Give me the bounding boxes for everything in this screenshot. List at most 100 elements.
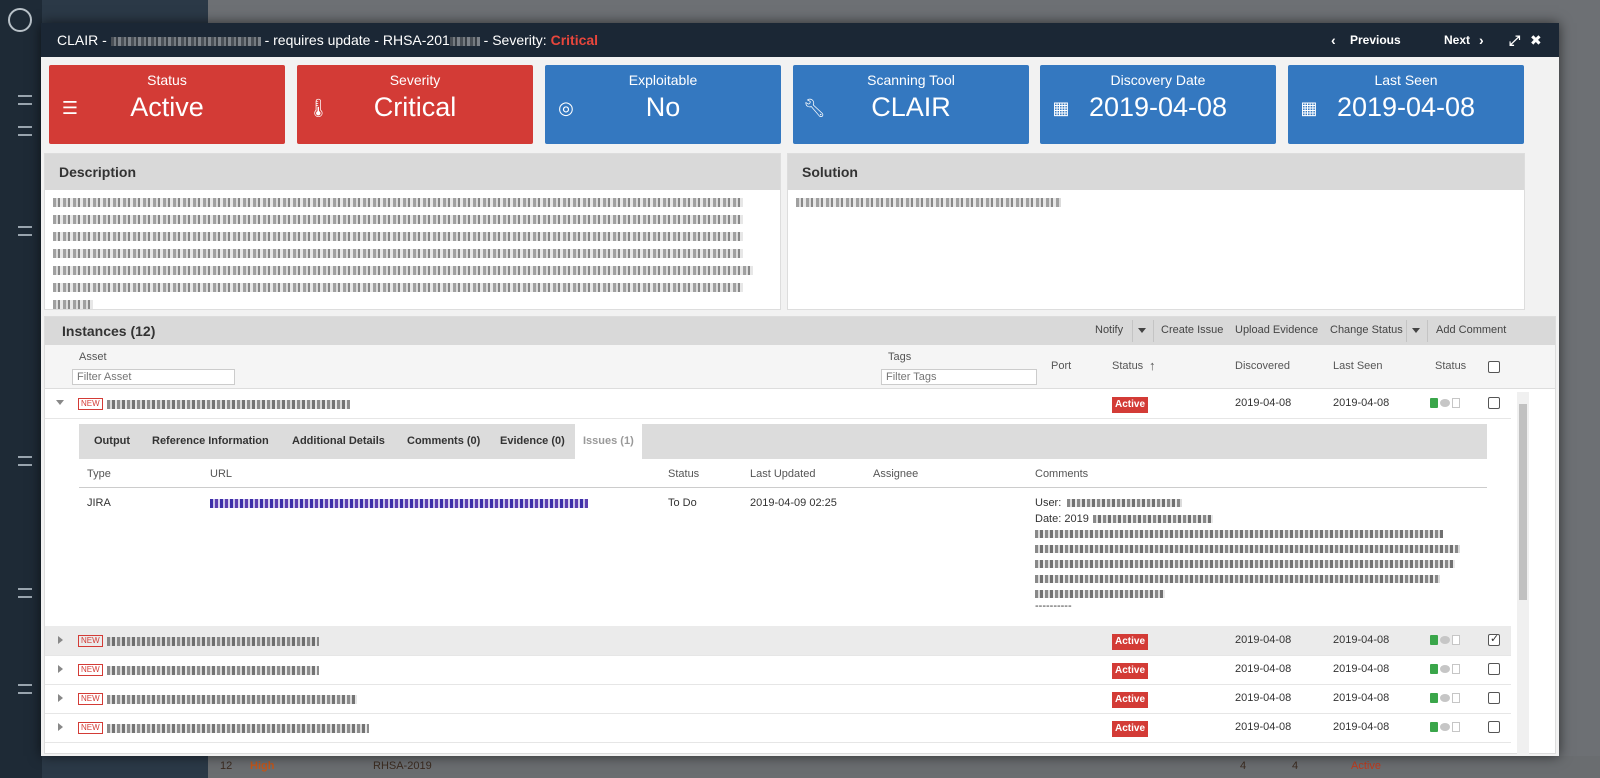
comment-icon (1440, 723, 1450, 731)
asset-name[interactable] (107, 637, 319, 646)
instances-title: Instances (12) (62, 323, 156, 339)
check-icon (1430, 398, 1438, 408)
expand-icon[interactable] (58, 665, 63, 673)
redacted-text (53, 300, 93, 309)
last-seen-date: 2019-04-08 (1333, 397, 1390, 409)
row-checkbox[interactable] (1488, 397, 1500, 409)
column-issue-status: Status (668, 468, 700, 480)
title-middle: - requires update - RHSA-201 (260, 32, 450, 48)
tile-label: Exploitable (628, 72, 698, 88)
tab-reference-information[interactable]: Reference Information (152, 435, 269, 447)
status-icons (1430, 398, 1462, 412)
solution-panel: Solution (787, 153, 1525, 310)
tile-exploitable: ◎ Exploitable No (545, 65, 781, 144)
row-checkbox[interactable] (1488, 663, 1500, 675)
divider (1427, 320, 1428, 342)
asset-name[interactable] (107, 400, 350, 409)
table-row[interactable]: NEW Active 2019-04-08 2019-04-08 (45, 626, 1511, 656)
row-checkbox[interactable] (1488, 632, 1500, 646)
tab-issues[interactable]: Issues (1) (575, 424, 642, 459)
tile-status: ☰ Status Active (49, 65, 285, 144)
table-row[interactable]: NEW Active 2019-04-08 2019-04-08 (45, 655, 1511, 685)
create-issue-button[interactable]: Create Issue (1161, 324, 1223, 336)
comment-separator: ---------- (1035, 600, 1072, 612)
document-icon (1452, 635, 1460, 645)
expand-icon[interactable] (58, 636, 63, 644)
bg-row-count-a: 4 (1240, 760, 1247, 772)
tile-value: No (645, 92, 681, 122)
change-status-button[interactable]: Change Status (1330, 324, 1403, 336)
chevron-right-icon[interactable]: › (1479, 32, 1484, 48)
column-type: Type (87, 468, 111, 480)
redacted-text (53, 198, 743, 207)
redacted-text (1067, 499, 1182, 507)
column-tags[interactable]: Tags (888, 351, 911, 363)
issue-type: JIRA (87, 497, 111, 509)
redacted-text (53, 266, 753, 275)
collapse-icon[interactable] (56, 400, 64, 405)
tab-comments[interactable]: Comments (0) (407, 435, 480, 447)
column-status-icons: Status (1435, 360, 1467, 372)
notify-button[interactable]: Notify (1095, 324, 1123, 336)
title-redacted (110, 36, 261, 46)
table-row[interactable]: NEW Active 2019-04-08 2019-04-08 (45, 684, 1511, 714)
tab-additional-details[interactable]: Additional Details (292, 435, 385, 447)
next-button[interactable]: Next (1444, 33, 1470, 47)
issue-url-link[interactable] (210, 499, 588, 508)
tab-evidence[interactable]: Evidence (0) (500, 435, 565, 447)
column-discovered[interactable]: Discovered (1235, 360, 1290, 372)
upload-evidence-button[interactable]: Upload Evidence (1235, 324, 1318, 336)
redacted-text (796, 198, 1061, 207)
vulnerability-detail-modal: CLAIR - - requires update - RHSA-201 - S… (41, 23, 1559, 756)
tab-output[interactable]: Output (94, 435, 130, 447)
tile-last-seen: ▦ Last Seen 2019-04-08 (1288, 65, 1524, 144)
expand-icon[interactable] (58, 723, 63, 731)
notify-dropdown-icon[interactable] (1138, 328, 1146, 333)
expand-icon[interactable]: ⤢ (1509, 32, 1520, 49)
redacted-text (1035, 530, 1443, 538)
chevron-left-icon[interactable]: ‹ (1331, 32, 1336, 48)
column-asset[interactable]: Asset (79, 351, 107, 363)
column-status[interactable]: Status (1112, 360, 1143, 372)
asset-name[interactable] (107, 695, 357, 704)
column-port[interactable]: Port (1051, 360, 1071, 372)
tile-label: Status (147, 72, 187, 88)
add-comment-button[interactable]: Add Comment (1436, 324, 1506, 336)
status-badge: Active (1112, 397, 1149, 413)
tile-discovery-date: ▦ Discovery Date 2019-04-08 (1040, 65, 1276, 144)
close-icon[interactable]: ✖ (1530, 32, 1542, 49)
asset-name[interactable] (107, 724, 369, 733)
description-title: Description (45, 154, 780, 190)
redacted-text (53, 232, 743, 241)
document-icon (1452, 722, 1460, 732)
redacted-text (1035, 545, 1460, 553)
title-severity: Critical (550, 32, 599, 48)
bg-row-status: Active (1351, 760, 1381, 772)
server-icon (18, 684, 32, 694)
previous-button[interactable]: Previous (1350, 33, 1401, 47)
divider (1153, 320, 1154, 342)
instances-scrollbar[interactable] (1517, 392, 1529, 754)
filter-asset-input[interactable] (72, 369, 235, 385)
divider (1406, 320, 1407, 342)
asset-name[interactable] (107, 666, 319, 675)
table-row[interactable]: NEW Active 2019-04-08 2019-04-08 (45, 389, 1511, 419)
scrollbar-thumb[interactable] (1519, 404, 1527, 600)
row-checkbox[interactable] (1488, 692, 1500, 704)
bg-row-rhsa: RHSA-2019 (373, 760, 432, 772)
filter-tags-input[interactable] (881, 369, 1037, 385)
redacted-text (53, 215, 743, 224)
sort-asc-icon[interactable]: ↑ (1149, 358, 1156, 373)
column-last-seen[interactable]: Last Seen (1333, 360, 1383, 372)
table-row[interactable]: NEW Active 2019-04-08 2019-04-08 (45, 713, 1511, 743)
change-status-dropdown-icon[interactable] (1412, 328, 1420, 333)
check-icon (1430, 664, 1438, 674)
redacted-text (53, 249, 743, 258)
tile-scanning-tool: 🔧︎ Scanning Tool CLAIR (793, 65, 1029, 144)
expand-icon[interactable] (58, 694, 63, 702)
select-all-checkbox[interactable] (1488, 361, 1500, 373)
bg-row-count-b: 4 (1292, 760, 1299, 772)
modal-title: CLAIR - - requires update - RHSA-201 - S… (57, 32, 598, 48)
row-checkbox[interactable] (1488, 721, 1500, 733)
redacted-text (1035, 560, 1455, 568)
